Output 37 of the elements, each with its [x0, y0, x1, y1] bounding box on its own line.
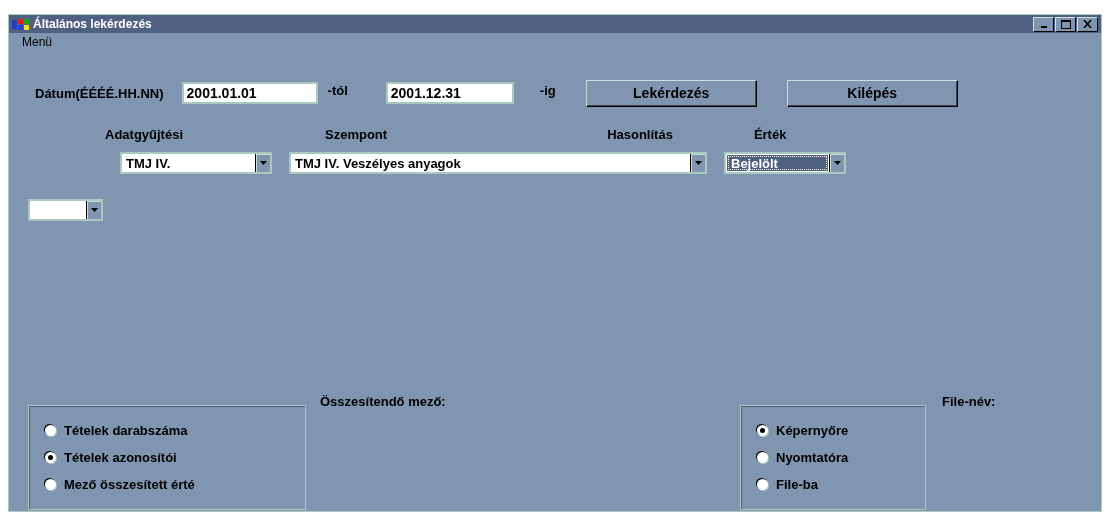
radio-label[interactable]: Mező összesített érté	[64, 477, 195, 492]
close-icon	[1083, 20, 1092, 28]
app-icon	[12, 17, 30, 31]
radio-button[interactable]	[757, 452, 768, 463]
radio-label[interactable]: File-ba	[776, 477, 818, 492]
maximize-button[interactable]	[1055, 16, 1076, 32]
radio-label[interactable]: Nyomtatóra	[776, 450, 849, 465]
maximize-icon	[1060, 19, 1071, 29]
window-title: Általános lekérdezés	[33, 17, 153, 31]
radio-button[interactable]	[45, 479, 56, 490]
column-heading: Érték	[753, 127, 787, 144]
dropdown[interactable]: TMJ IV.	[120, 152, 272, 174]
column-heading: Adatgyűjtési	[105, 127, 183, 144]
dropdown[interactable]: Bejelölt	[724, 152, 846, 174]
close-button[interactable]	[1077, 16, 1098, 32]
query-button[interactable]: Lekérdezés	[585, 79, 757, 107]
column-heading: Szempont	[325, 127, 388, 144]
column-heading: Hasonlítás	[607, 127, 673, 144]
from-date-field[interactable]: 2001.01.01	[181, 82, 318, 104]
radio-button[interactable]	[757, 425, 768, 436]
from-suffix: -tól	[327, 82, 348, 98]
dropdown[interactable]	[28, 199, 103, 221]
summary-label: Összesítendő mező:	[320, 394, 446, 409]
dropdown[interactable]: TMJ IV. Veszélyes anyagok	[289, 152, 707, 174]
menu-item[interactable]: Menü	[22, 35, 53, 49]
exit-button[interactable]: Kilépés	[786, 79, 958, 107]
radio-label[interactable]: Képernyőre	[776, 423, 849, 438]
minimize-button[interactable]	[1033, 16, 1054, 32]
radio-button[interactable]	[45, 452, 56, 463]
radio-button[interactable]	[45, 425, 56, 436]
date-label: Dátum(ÉÉÉÉ.HH.NN)	[35, 85, 164, 101]
to-date-field[interactable]: 2001.12.31	[385, 82, 514, 104]
radio-button[interactable]	[757, 479, 768, 490]
to-suffix: -ig	[539, 82, 556, 98]
file-name-label: File-név:	[942, 394, 996, 411]
radio-label[interactable]: Tételek darabszáma	[64, 423, 188, 438]
radio-label[interactable]: Tételek azonosítói	[64, 450, 177, 465]
